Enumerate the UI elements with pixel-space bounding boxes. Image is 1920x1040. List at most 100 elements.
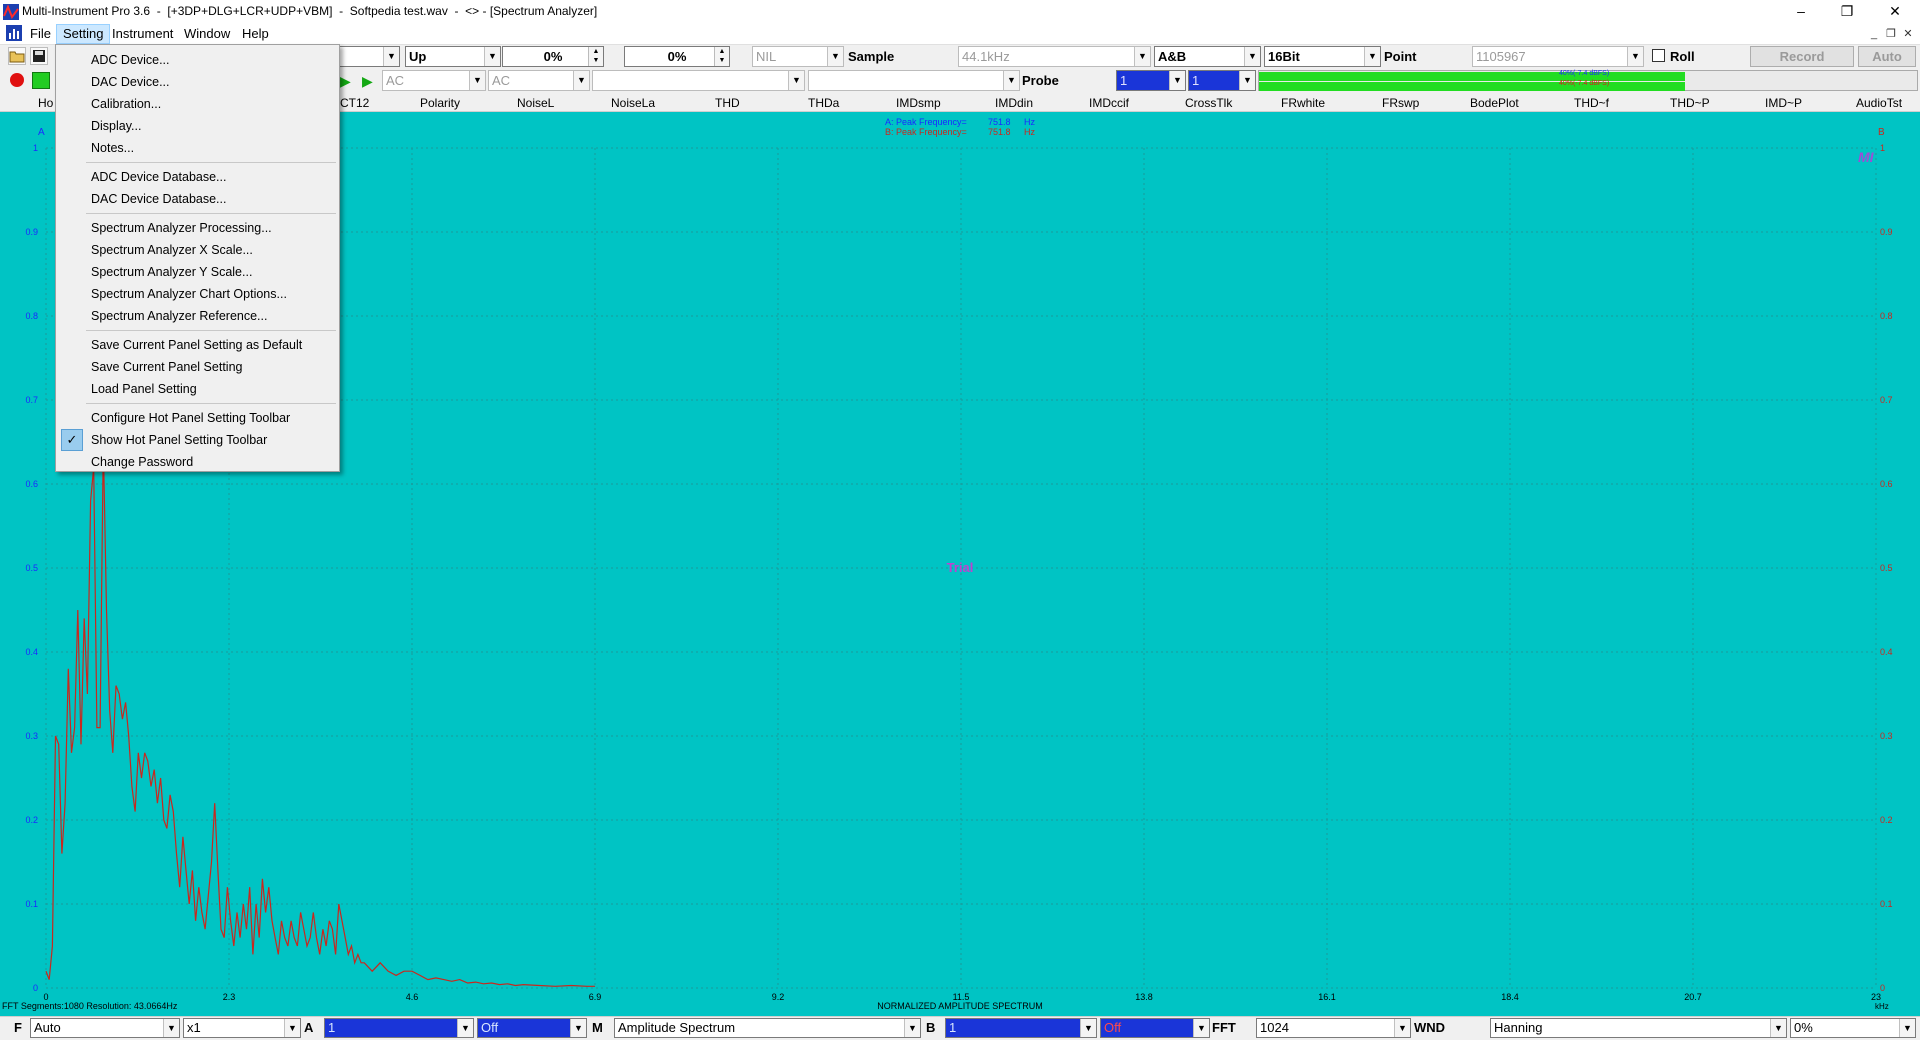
level-bar-b: 40%(-7.4 dBFS) <box>1259 80 1686 91</box>
channels-select[interactable]: A&B ▼ <box>1154 46 1261 67</box>
chevron-down-icon: ▼ <box>1080 1019 1096 1037</box>
coupling-b-select[interactable]: AC ▼ <box>488 70 590 91</box>
tab-frwhite[interactable]: FRwhite <box>1281 96 1325 110</box>
zoom-select[interactable]: x1 ▼ <box>183 1018 301 1038</box>
tab-bodeplot[interactable]: BodePlot <box>1470 96 1519 110</box>
spin-arrows-icon[interactable]: ▲ ▼ <box>714 47 729 66</box>
trigger-direction-select[interactable]: Up ▼ <box>405 46 501 67</box>
overlap-value: 0% <box>1794 1020 1813 1035</box>
tab-thda[interactable]: THDa <box>808 96 839 110</box>
menu-item-spectrum-analyzer-processing[interactable]: Spectrum Analyzer Processing... <box>58 217 337 239</box>
trigger-source-select[interactable]: NIL ▼ <box>752 46 844 67</box>
y-tick-label-left: 0.7 <box>25 395 38 405</box>
tab-imd-p[interactable]: IMD~P <box>1765 96 1802 110</box>
menu-item-load-panel-setting[interactable]: Load Panel Setting <box>58 378 337 400</box>
tab-noisela[interactable]: NoiseLa <box>611 96 655 110</box>
probe-a-select[interactable]: 1 ▼ <box>1116 70 1186 91</box>
menu-item-change-password[interactable]: Change Password <box>58 451 337 473</box>
tab-crosstlk[interactable]: CrossTlk <box>1185 96 1232 110</box>
menu-item-save-current-panel-setting-as-default[interactable]: Save Current Panel Setting as Default <box>58 334 337 356</box>
menu-item-show-hot-panel-setting-toolbar[interactable]: Show Hot Panel Setting Toolbar ✓ <box>58 429 337 451</box>
save-disk-icon[interactable] <box>30 47 48 65</box>
tab-ct12[interactable]: CT12 <box>340 96 369 110</box>
fft-size-select[interactable]: 1024 ▼ <box>1256 1018 1411 1038</box>
tab-thd-f[interactable]: THD~f <box>1574 96 1609 110</box>
minimize-button[interactable]: – <box>1778 0 1824 24</box>
menu-window[interactable]: Window <box>178 24 236 44</box>
coupling-a-select[interactable]: AC ▼ <box>382 70 486 91</box>
menu-item-spectrum-analyzer-chart-options[interactable]: Spectrum Analyzer Chart Options... <box>58 283 337 305</box>
channel-a-scale-value: 1 <box>328 1020 336 1035</box>
menu-help[interactable]: Help <box>236 24 275 44</box>
y-tick-label-left: 0.4 <box>25 647 38 657</box>
trigger-edge-select[interactable]: ▼ <box>336 46 400 67</box>
menu-item-save-current-panel-setting[interactable]: Save Current Panel Setting <box>58 356 337 378</box>
mi-logo: MI <box>1858 149 1875 165</box>
x-axis-unit-label: kHz <box>1875 1002 1889 1011</box>
overlap-select[interactable]: 0% ▼ <box>1790 1018 1916 1038</box>
window-function-select[interactable]: Hanning ▼ <box>1490 1018 1787 1038</box>
mdi-restore-button[interactable]: ❐ <box>1883 26 1899 42</box>
menu-instrument[interactable]: Instrument <box>106 24 179 44</box>
menu-item-spectrum-analyzer-y-scale[interactable]: Spectrum Analyzer Y Scale... <box>58 261 337 283</box>
restore-button[interactable]: ❐ <box>1824 0 1870 24</box>
sample-rate-value: 44.1kHz <box>962 49 1010 64</box>
sample-rate-select[interactable]: 44.1kHz ▼ <box>958 46 1151 67</box>
y-tick-label-right: 0.9 <box>1880 227 1893 237</box>
tab-noisel[interactable]: NoiseL <box>517 96 554 110</box>
open-folder-icon[interactable] <box>8 47 26 65</box>
channel-b-scale-select[interactable]: 1 ▼ <box>945 1018 1097 1038</box>
probe-b-select[interactable]: 1 ▼ <box>1188 70 1256 91</box>
tab-imdsmp[interactable]: IMDsmp <box>896 96 941 110</box>
roll-checkbox[interactable] <box>1652 49 1665 62</box>
tab-imdccif[interactable]: IMDccif <box>1089 96 1129 110</box>
record-button[interactable]: Record <box>1750 46 1854 67</box>
input-a-select[interactable]: ▼ <box>592 70 805 91</box>
tab-audiotst[interactable]: AudioTst <box>1856 96 1902 110</box>
close-button[interactable]: ✕ <box>1872 0 1918 24</box>
menu-item-display[interactable]: Display... <box>58 115 337 137</box>
play-step-icon[interactable]: ▶ <box>362 73 373 90</box>
coupling-a-value: AC <box>386 73 405 88</box>
tab-ho[interactable]: Ho <box>38 96 53 110</box>
bit-depth-select[interactable]: 16Bit ▼ <box>1264 46 1381 67</box>
menu-item-label: Save Current Panel Setting as Default <box>91 338 303 352</box>
level-b-text: 40%(-7.4 dBFS) <box>1559 80 1610 87</box>
tab-polarity[interactable]: Polarity <box>420 96 460 110</box>
channel-b-reference-select[interactable]: Off ▼ <box>1100 1018 1210 1038</box>
menu-item-label: Spectrum Analyzer Chart Options... <box>91 287 287 301</box>
analysis-mode-select[interactable]: Amplitude Spectrum ▼ <box>614 1018 921 1038</box>
tab-thd-p[interactable]: THD~P <box>1670 96 1710 110</box>
menu-item-calibration[interactable]: Calibration... <box>58 93 337 115</box>
tab-thd[interactable]: THD <box>715 96 740 110</box>
chevron-down-icon: ▼ <box>484 47 500 66</box>
menu-item-spectrum-analyzer-x-scale[interactable]: Spectrum Analyzer X Scale... <box>58 239 337 261</box>
menu-item-dac-device[interactable]: DAC Device... <box>58 71 337 93</box>
menu-item-spectrum-analyzer-reference[interactable]: Spectrum Analyzer Reference... <box>58 305 337 327</box>
menu-item-notes[interactable]: Notes... <box>58 137 337 159</box>
tab-imddin[interactable]: IMDdin <box>995 96 1033 110</box>
record-dot-icon[interactable] <box>10 73 24 87</box>
frequency-mode-select[interactable]: Auto ▼ <box>30 1018 180 1038</box>
point-select[interactable]: 1105967 ▼ <box>1472 46 1644 67</box>
mdi-minimize-button[interactable]: _ <box>1866 26 1882 42</box>
menu-item-configure-hot-panel-setting-toolbar[interactable]: Configure Hot Panel Setting Toolbar <box>58 407 337 429</box>
tab-frswp[interactable]: FRswp <box>1382 96 1419 110</box>
input-b-select[interactable]: ▼ <box>808 70 1020 91</box>
y-tick-label-right: 0.3 <box>1880 731 1893 741</box>
menu-setting[interactable]: Setting <box>56 24 111 44</box>
play-icon[interactable]: ▶ <box>340 73 351 90</box>
menu-item-adc-device-database[interactable]: ADC Device Database... <box>58 166 337 188</box>
monitor-icon[interactable] <box>32 72 50 89</box>
menu-item-adc-device[interactable]: ADC Device... <box>58 49 337 71</box>
probe-b-value: 1 <box>1192 73 1200 88</box>
spin-arrows-icon[interactable]: ▲ ▼ <box>588 47 603 66</box>
auto-button[interactable]: Auto <box>1858 46 1916 67</box>
channel-a-reference-select[interactable]: Off ▼ <box>477 1018 587 1038</box>
channel-a-scale-select[interactable]: 1 ▼ <box>324 1018 474 1038</box>
pretrigger-spinner[interactable]: 0% ▲ ▼ <box>624 46 730 67</box>
mdi-close-button[interactable]: ✕ <box>1900 26 1916 42</box>
trigger-level-spinner[interactable]: 0% ▲ ▼ <box>502 46 604 67</box>
menu-item-dac-device-database[interactable]: DAC Device Database... <box>58 188 337 210</box>
menu-file[interactable]: File <box>24 24 57 44</box>
